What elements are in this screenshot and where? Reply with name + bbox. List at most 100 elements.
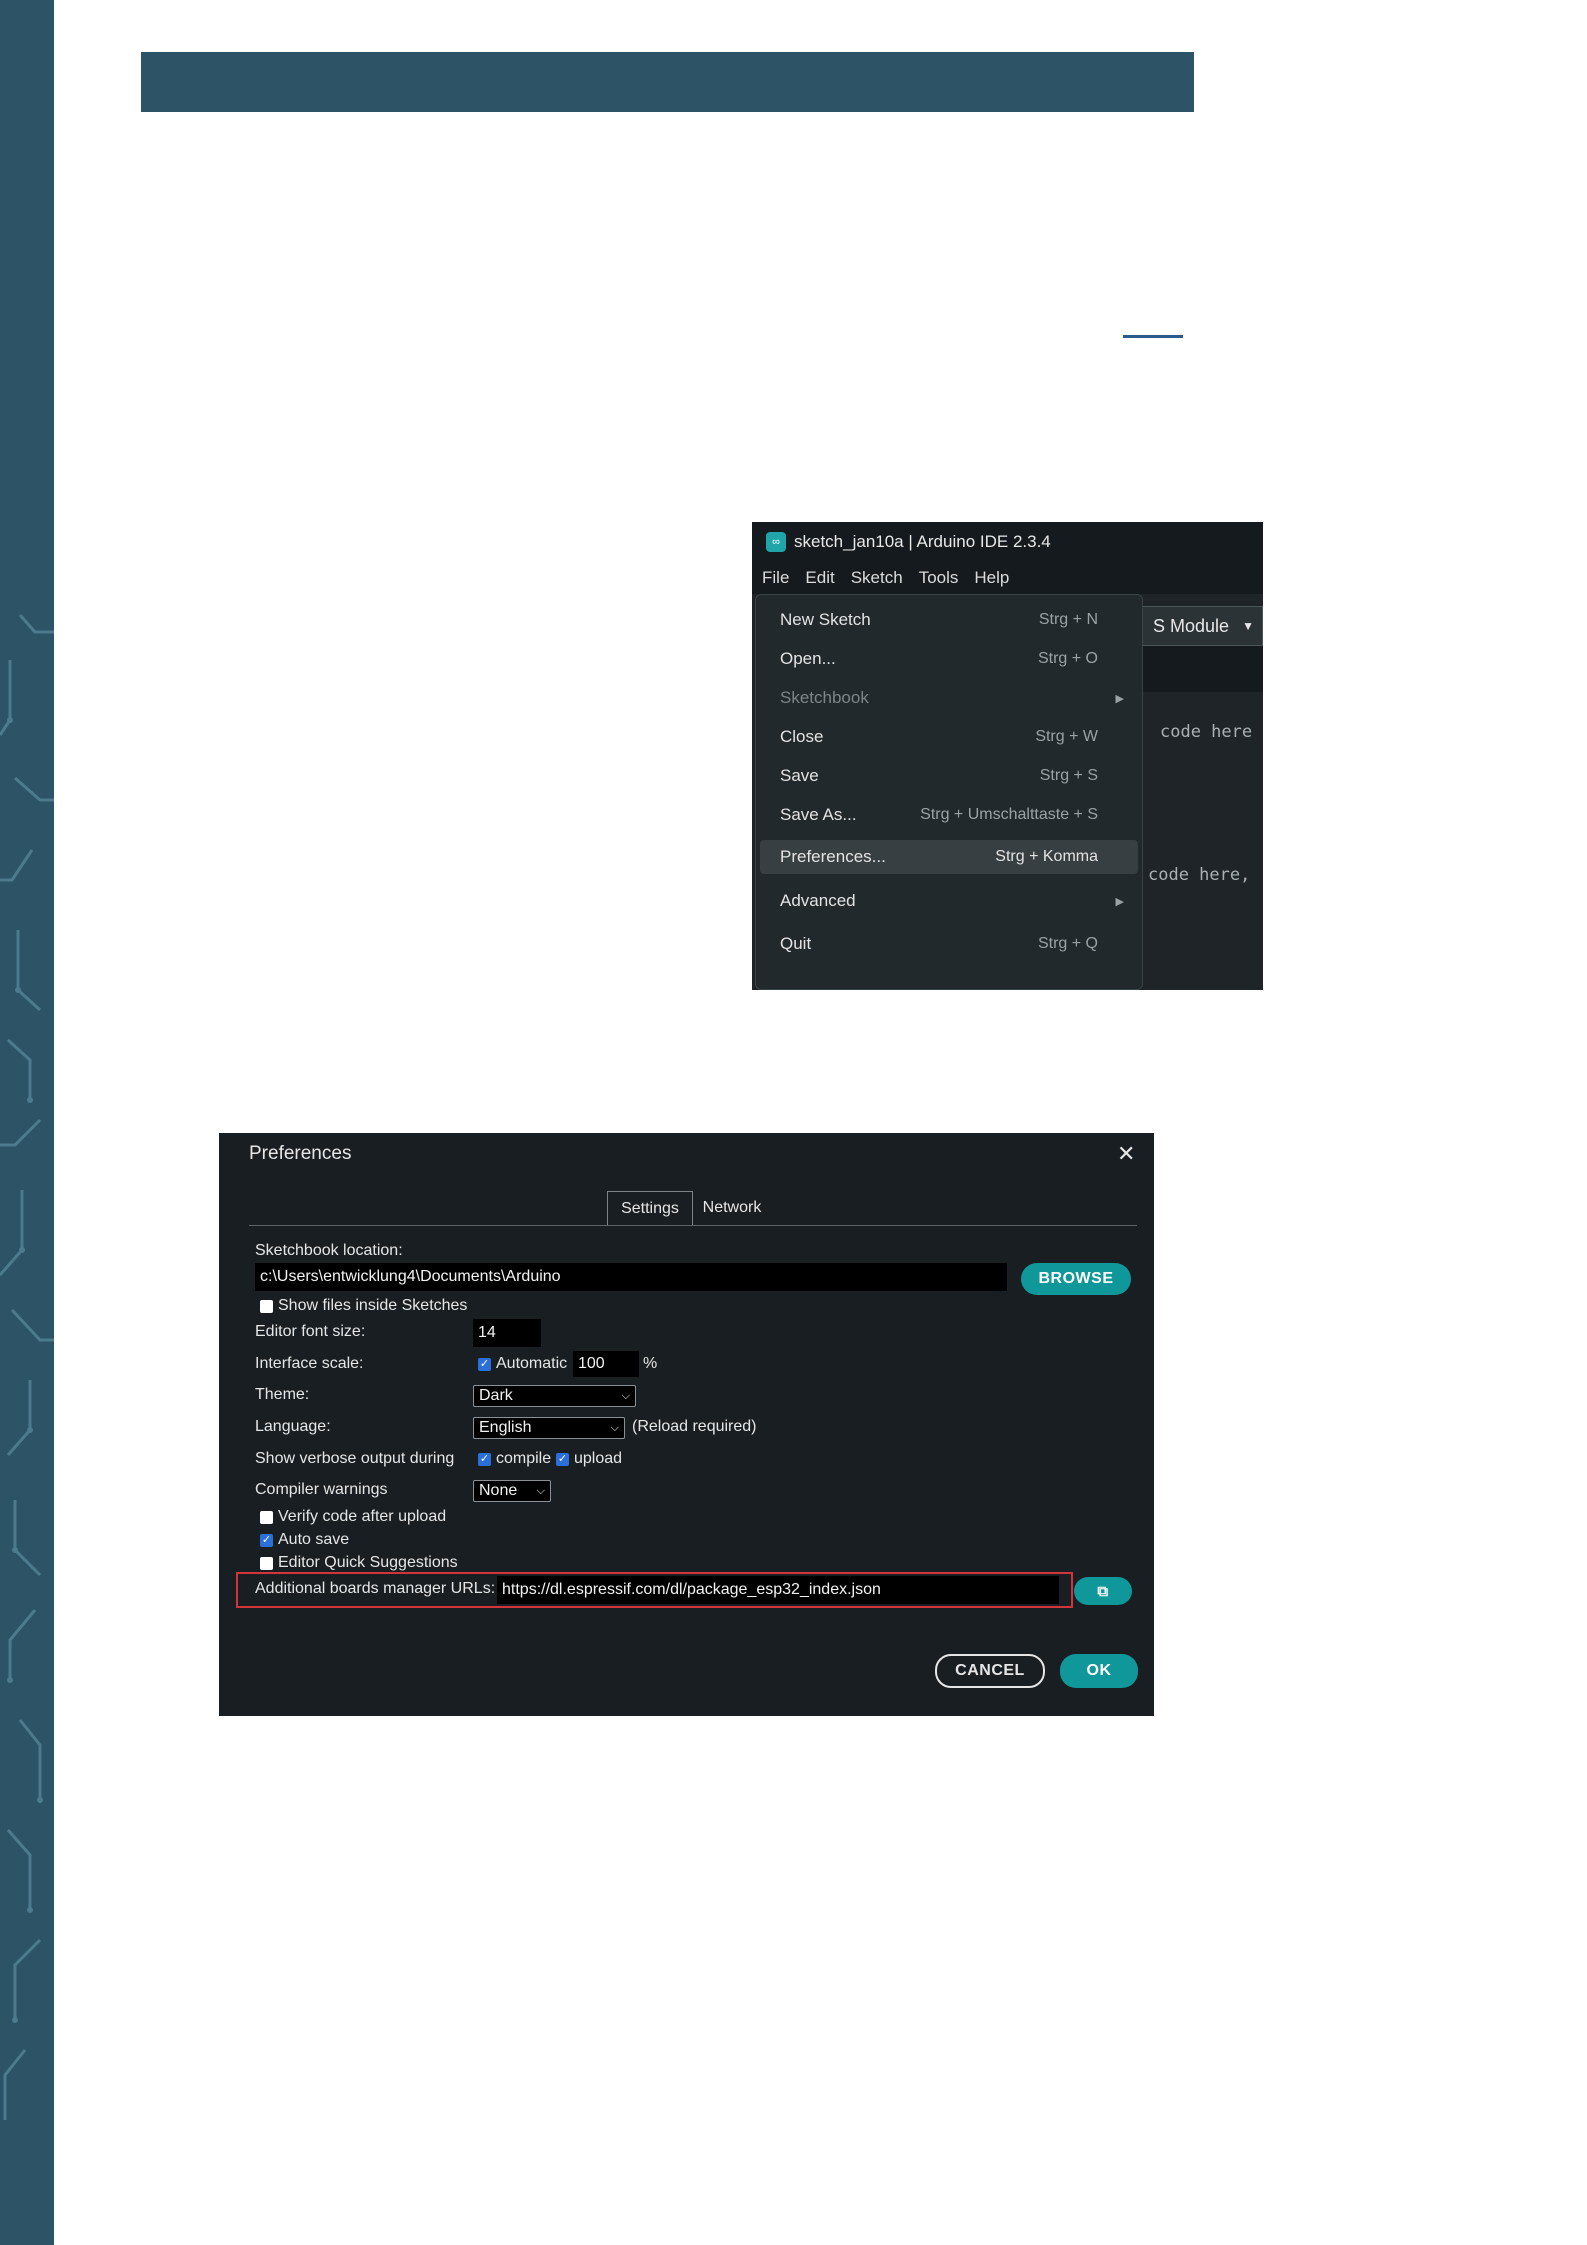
language-note: (Reload required) xyxy=(632,1418,757,1435)
verify-upload-checkbox[interactable]: Verify code after upload xyxy=(260,1508,446,1526)
verbose-label: Show verbose output during xyxy=(255,1450,455,1467)
menu-item-label: Advanced xyxy=(780,891,856,910)
menu-item-label: New Sketch xyxy=(780,610,871,629)
cancel-button[interactable]: CANCEL xyxy=(935,1654,1045,1688)
ok-button[interactable]: OK xyxy=(1060,1654,1138,1688)
menu-item-new-sketch[interactable]: New Sketch Strg + N xyxy=(760,603,1138,637)
heading-banner xyxy=(141,52,1194,112)
font-size-label: Editor font size: xyxy=(255,1323,366,1340)
code-editor[interactable]: code here code here, xyxy=(1142,692,1263,990)
close-icon[interactable]: ✕ xyxy=(1117,1141,1135,1167)
interface-scale-label: Interface scale: xyxy=(255,1355,364,1372)
checkbox-label: Automatic xyxy=(496,1355,568,1372)
menu-tools[interactable]: Tools xyxy=(919,568,959,588)
chevron-right-icon: ▶ xyxy=(1115,895,1124,908)
menu-item-shortcut: Strg + Komma xyxy=(995,848,1098,865)
menu-item-label: Preferences... xyxy=(780,847,886,866)
scale-input[interactable]: 100 xyxy=(573,1351,639,1377)
check-icon: ✓ xyxy=(478,1452,491,1466)
window-stack-icon: ⧉ xyxy=(1097,1582,1109,1600)
select-value: None xyxy=(479,1482,518,1499)
chevron-down-icon: ⌵ xyxy=(621,1389,630,1402)
checkbox-label: Auto save xyxy=(278,1531,350,1548)
dialog-title: Preferences xyxy=(249,1143,352,1164)
check-icon: ✓ xyxy=(556,1452,569,1466)
menu-item-shortcut: Strg + O xyxy=(1037,650,1098,667)
decorative-sidebar xyxy=(0,0,54,2245)
select-value: Dark xyxy=(479,1387,513,1404)
ide-window-title: sketch_jan10a | Arduino IDE 2.3.4 xyxy=(794,532,1051,551)
menu-item-close[interactable]: Close Strg + W xyxy=(760,720,1138,754)
ide-titlebar: ∞ sketch_jan10a | Arduino IDE 2.3.4 xyxy=(752,522,1263,562)
menu-item-shortcut: Strg + N xyxy=(1038,611,1098,628)
checkbox-label: compile xyxy=(496,1450,552,1467)
scale-unit: % xyxy=(643,1355,658,1372)
preferences-dialog: Preferences ✕ Settings Network Sketchboo… xyxy=(219,1133,1154,1716)
ide-menubar: File Edit Sketch Tools Help xyxy=(752,562,1263,594)
menu-item-quit[interactable]: Quit Strg + Q xyxy=(760,927,1138,961)
tab-settings[interactable]: Settings xyxy=(607,1191,693,1226)
warnings-select[interactable]: None ⌵ xyxy=(473,1480,551,1502)
theme-label: Theme: xyxy=(255,1386,310,1403)
board-selector-label: S Module xyxy=(1153,615,1230,636)
verbose-upload-checkbox[interactable]: ✓ upload xyxy=(556,1450,622,1468)
menu-item-label: Sketchbook xyxy=(780,688,869,707)
code-line: code here xyxy=(1160,722,1253,742)
checkbox-icon xyxy=(260,1556,273,1570)
menu-item-label: Open... xyxy=(780,649,836,668)
font-size-input[interactable]: 14 xyxy=(473,1319,541,1347)
sketchbook-label: Sketchbook location: xyxy=(255,1242,403,1259)
menu-item-shortcut: Strg + Q xyxy=(1037,935,1098,952)
select-value: English xyxy=(479,1419,532,1436)
scale-automatic-checkbox[interactable]: ✓ Automatic xyxy=(478,1355,567,1373)
menu-item-shortcut: Strg + Umschalttaste + S xyxy=(920,806,1098,823)
browse-button[interactable]: BROWSE xyxy=(1021,1263,1131,1295)
menu-item-advanced[interactable]: Advanced ▶ xyxy=(760,884,1138,918)
link-underline xyxy=(1123,335,1183,338)
menu-item-label: Close xyxy=(780,727,824,746)
autosave-checkbox[interactable]: ✓ Auto save xyxy=(260,1531,349,1549)
language-label: Language: xyxy=(255,1418,331,1435)
checkbox-label: Editor Quick Suggestions xyxy=(278,1554,458,1571)
checkbox-icon xyxy=(260,1299,273,1313)
checkbox-label: upload xyxy=(574,1450,623,1467)
chevron-down-icon: ⌵ xyxy=(536,1484,545,1497)
menu-item-save-as[interactable]: Save As... Strg + Umschalttaste + S xyxy=(760,798,1138,832)
quick-suggestions-checkbox[interactable]: Editor Quick Suggestions xyxy=(260,1554,458,1572)
code-line: code here, xyxy=(1148,865,1251,885)
edit-urls-button[interactable]: ⧉ xyxy=(1074,1577,1132,1605)
menu-item-label: Save xyxy=(780,766,819,785)
menu-item-save[interactable]: Save Strg + S xyxy=(760,759,1138,793)
sketchbook-path-input[interactable]: c:\Users\entwicklung4\Documents\Arduino xyxy=(255,1263,1007,1291)
language-select[interactable]: English ⌵ xyxy=(473,1417,625,1439)
editor-tabstrip xyxy=(1142,646,1263,692)
tabs-divider xyxy=(249,1225,1137,1226)
menu-item-preferences[interactable]: Preferences... Strg + Komma xyxy=(760,840,1138,874)
boards-url-label: Additional boards manager URLs: xyxy=(255,1580,496,1597)
check-icon: ✓ xyxy=(478,1357,491,1371)
theme-select[interactable]: Dark ⌵ xyxy=(473,1385,636,1407)
tab-network[interactable]: Network xyxy=(697,1191,767,1225)
chevron-down-icon: ⌵ xyxy=(610,1421,619,1434)
file-menu-dropdown: New Sketch Strg + N Open... Strg + O Ske… xyxy=(755,594,1143,990)
verbose-compile-checkbox[interactable]: ✓ compile xyxy=(478,1450,551,1468)
menu-file[interactable]: File xyxy=(762,568,789,588)
arduino-ide-screenshot: ∞ sketch_jan10a | Arduino IDE 2.3.4 File… xyxy=(752,522,1263,990)
chevron-down-icon: ▼ xyxy=(1242,619,1254,633)
checkbox-label: Verify code after upload xyxy=(278,1508,447,1525)
menu-item-shortcut: Strg + W xyxy=(1035,728,1098,745)
checkbox-icon xyxy=(260,1510,273,1524)
menu-item-label: Save As... xyxy=(780,805,857,824)
menu-item-sketchbook[interactable]: Sketchbook ▶ xyxy=(760,681,1138,715)
board-selector[interactable]: S Module ▼ xyxy=(1142,606,1263,646)
menu-sketch[interactable]: Sketch xyxy=(851,568,903,588)
chevron-right-icon: ▶ xyxy=(1115,692,1124,705)
menu-edit[interactable]: Edit xyxy=(805,568,834,588)
show-files-checkbox[interactable]: Show files inside Sketches xyxy=(260,1297,467,1315)
menu-item-label: Quit xyxy=(780,934,812,953)
boards-url-input[interactable]: https://dl.espressif.com/dl/package_esp3… xyxy=(497,1576,1059,1604)
arduino-logo-icon: ∞ xyxy=(766,532,786,552)
menu-item-open[interactable]: Open... Strg + O xyxy=(760,642,1138,676)
menu-help[interactable]: Help xyxy=(974,568,1009,588)
circuit-pattern-icon xyxy=(0,614,54,2120)
